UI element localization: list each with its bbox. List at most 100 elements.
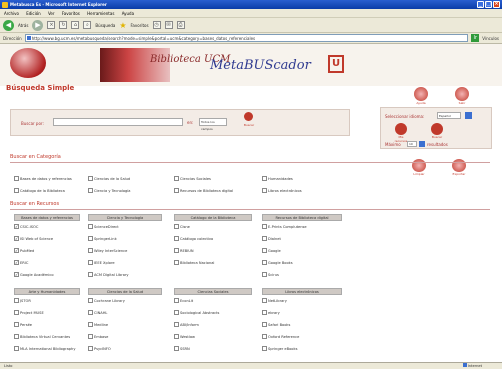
- search-options-icon[interactable]: [431, 123, 443, 135]
- checkbox-icon[interactable]: [174, 248, 179, 253]
- menu-ayuda[interactable]: Ayuda: [122, 11, 134, 16]
- resource-checkbox[interactable]: ✓ PubMed: [14, 248, 34, 253]
- resource-checkbox[interactable]: Cisne: [174, 224, 190, 229]
- resource-checkbox[interactable]: ✓ Google Académico: [14, 272, 54, 277]
- checkbox-icon[interactable]: [262, 346, 267, 351]
- checkbox-icon[interactable]: [14, 298, 19, 303]
- resource-checkbox[interactable]: Safari Books: [262, 322, 290, 327]
- checkbox-icon[interactable]: [174, 310, 179, 315]
- print-icon[interactable]: ⎙: [176, 21, 185, 29]
- language-go-button[interactable]: [465, 112, 472, 119]
- resource-checkbox[interactable]: E-Prints Complutense: [262, 224, 307, 229]
- checkbox-icon[interactable]: [262, 236, 267, 241]
- refresh-icon[interactable]: ↻: [59, 21, 68, 29]
- checkbox-icon[interactable]: [14, 176, 19, 181]
- resource-checkbox[interactable]: Catálogo colectivo: [174, 236, 213, 241]
- forward-arrow-icon[interactable]: ▶: [32, 19, 44, 31]
- category-checkbox[interactable]: Catálogo de la Biblioteca: [14, 188, 65, 193]
- checkbox-icon[interactable]: [174, 346, 179, 351]
- resource-checkbox[interactable]: SpringerLink: [88, 236, 117, 241]
- checkbox-checked-icon[interactable]: ✓: [14, 236, 19, 241]
- resource-checkbox[interactable]: Cochrane Library: [88, 298, 125, 303]
- checkbox-icon[interactable]: [88, 236, 93, 241]
- category-checkbox[interactable]: Libros electrónicos: [262, 188, 302, 193]
- stop-icon[interactable]: ×: [47, 21, 56, 29]
- menu-edicion[interactable]: Edición: [26, 11, 40, 16]
- resource-checkbox[interactable]: CINAHL: [88, 310, 107, 315]
- checkbox-checked-icon[interactable]: ✓: [14, 272, 19, 277]
- resource-checkbox[interactable]: MLA International Bibliography: [14, 346, 75, 351]
- checkbox-checked-icon[interactable]: ✓: [14, 224, 19, 229]
- checkbox-icon[interactable]: [262, 298, 267, 303]
- resource-checkbox[interactable]: ABI/Inform: [174, 322, 199, 327]
- search-input[interactable]: [53, 118, 183, 126]
- category-checkbox[interactable]: Bases de datos y referencias: [14, 176, 72, 181]
- go-button[interactable]: Ir: [471, 34, 480, 42]
- back-arrow-icon[interactable]: ◀: [3, 19, 14, 31]
- export-label[interactable]: Exportar: [447, 172, 471, 176]
- checkbox-icon[interactable]: [262, 272, 267, 277]
- checkbox-icon[interactable]: [88, 298, 93, 303]
- resource-checkbox[interactable]: Google: [262, 248, 281, 253]
- resource-checkbox[interactable]: Persée: [14, 322, 32, 327]
- resource-checkbox[interactable]: SSRN: [174, 346, 190, 351]
- favorites-label[interactable]: Favoritos: [130, 23, 148, 28]
- checkbox-icon[interactable]: [174, 260, 179, 265]
- checkbox-icon[interactable]: [88, 310, 93, 315]
- checkbox-icon[interactable]: [88, 188, 93, 193]
- resource-checkbox[interactable]: NetLibrary: [262, 298, 287, 303]
- resource-checkbox[interactable]: Medline: [88, 322, 108, 327]
- resource-checkbox[interactable]: Oxford Reference: [262, 334, 299, 339]
- checkbox-icon[interactable]: [174, 298, 179, 303]
- resource-checkbox[interactable]: Dialnet: [262, 236, 281, 241]
- max-results-select[interactable]: 10: [407, 141, 417, 147]
- max-go-button[interactable]: [419, 141, 425, 147]
- search-icon[interactable]: ⌕: [83, 21, 92, 29]
- checkbox-icon[interactable]: [262, 310, 267, 315]
- history-icon[interactable]: ◷: [152, 21, 161, 29]
- checkbox-icon[interactable]: [174, 224, 179, 229]
- search-options-label[interactable]: Buscar: [429, 135, 445, 139]
- export-icon[interactable]: [452, 159, 466, 172]
- maximize-button[interactable]: □: [485, 1, 492, 8]
- resource-checkbox[interactable]: Biblioteca Virtual Cervantes: [14, 334, 70, 339]
- resource-checkbox[interactable]: PsycINFO: [88, 346, 111, 351]
- help-label[interactable]: Ayuda: [410, 101, 432, 105]
- resource-checkbox[interactable]: ✓ ERIC: [14, 260, 28, 265]
- checkbox-icon[interactable]: [88, 176, 93, 181]
- checkbox-icon[interactable]: [88, 334, 93, 339]
- address-input[interactable]: http://www.bg.ucm.es/metabusqueda/search…: [24, 34, 469, 42]
- checkbox-icon[interactable]: [174, 236, 179, 241]
- resource-checkbox[interactable]: Embase: [88, 334, 108, 339]
- clear-label[interactable]: Limpiar: [407, 172, 431, 176]
- menu-herramientas[interactable]: Herramientas: [87, 11, 114, 16]
- help-icon[interactable]: [414, 87, 428, 101]
- resource-checkbox[interactable]: IEEE Xplore: [88, 260, 115, 265]
- resource-checkbox[interactable]: ebrary: [262, 310, 280, 315]
- category-checkbox[interactable]: Recursos de Biblioteca digital: [174, 188, 233, 193]
- resource-checkbox[interactable]: ✓ CSIC-ISOC: [14, 224, 38, 229]
- checkbox-icon[interactable]: [262, 188, 267, 193]
- checkbox-icon[interactable]: [262, 176, 267, 181]
- back-label[interactable]: Atrás: [18, 23, 28, 28]
- resource-checkbox[interactable]: Google Books: [262, 260, 293, 265]
- resource-checkbox[interactable]: Project MUSE: [14, 310, 44, 315]
- search-label[interactable]: Búsqueda: [95, 23, 115, 28]
- category-checkbox[interactable]: Ciencias de la Salud: [88, 176, 130, 181]
- resource-checkbox[interactable]: ✓ ISI Web of Science: [14, 236, 53, 241]
- minimize-button[interactable]: _: [477, 1, 484, 8]
- checkbox-icon[interactable]: [14, 322, 19, 327]
- logout-label[interactable]: Salir: [451, 101, 473, 105]
- language-select[interactable]: Español: [437, 112, 461, 119]
- checkbox-icon[interactable]: [88, 346, 93, 351]
- checkbox-icon[interactable]: [14, 188, 19, 193]
- links-label[interactable]: Vínculos: [482, 36, 499, 41]
- resource-checkbox[interactable]: JSTOR: [14, 298, 31, 303]
- category-checkbox[interactable]: Humanidades: [262, 176, 293, 181]
- checkbox-icon[interactable]: [262, 334, 267, 339]
- resource-checkbox[interactable]: Westlaw: [174, 334, 195, 339]
- home-icon[interactable]: ⌂: [71, 21, 80, 29]
- checkbox-icon[interactable]: [262, 322, 267, 327]
- checkbox-icon[interactable]: [174, 322, 179, 327]
- resource-checkbox[interactable]: ScienceDirect: [88, 224, 119, 229]
